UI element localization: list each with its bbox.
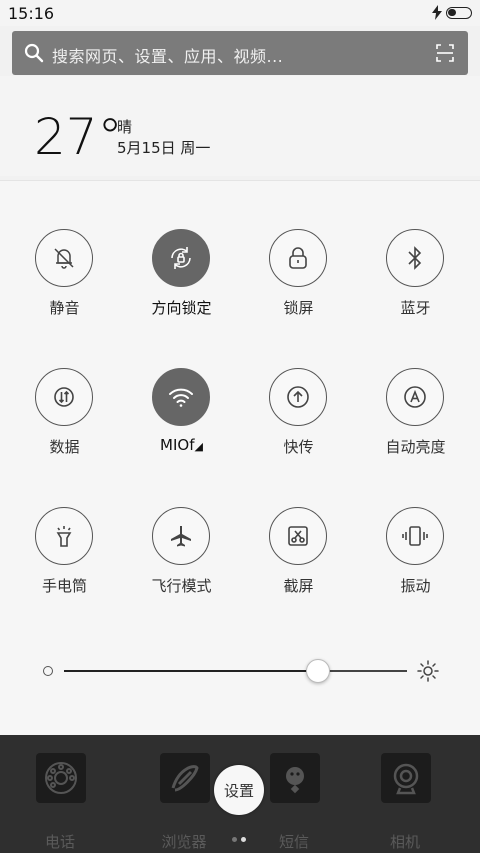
toggle-label: 振动 xyxy=(400,577,431,595)
weather-temperature: 27° xyxy=(34,108,123,166)
settings-button[interactable]: 设置 xyxy=(214,765,264,815)
wifi-network-name: MIOf xyxy=(160,436,195,454)
bluetooth-icon xyxy=(386,229,444,287)
flashlight-icon xyxy=(35,507,93,565)
brightness-low-icon xyxy=(43,666,53,676)
toggle-label: 截屏 xyxy=(283,577,314,595)
search-input[interactable]: 搜索网页、设置、应用、视频... xyxy=(52,43,283,67)
status-time: 15:16 xyxy=(8,4,55,23)
app-label: 电话 xyxy=(44,833,75,851)
toggle-label: 手电筒 xyxy=(41,577,87,595)
brightness-thumb[interactable] xyxy=(305,659,330,683)
toggle-label: 自动亮度 xyxy=(385,438,446,456)
app-phone[interactable]: 电话 xyxy=(10,745,110,851)
toggle-lock-screen[interactable]: 锁屏 xyxy=(240,229,357,349)
camera-icon xyxy=(381,753,431,803)
page-indicator xyxy=(232,827,250,846)
toggle-label: 方向锁定 xyxy=(151,299,212,317)
toggle-auto-brightness[interactable]: 自动亮度 xyxy=(357,368,474,488)
app-label: 短信 xyxy=(278,833,309,851)
toggle-label: 数据 xyxy=(49,438,80,456)
data-icon xyxy=(35,368,93,426)
toggle-airplane-mode[interactable]: 飞行模式 xyxy=(123,507,240,627)
toggle-quick-transfer[interactable]: 快传 xyxy=(240,368,357,488)
expand-arrow-icon: ◢ xyxy=(194,440,203,453)
page-dot xyxy=(232,837,237,842)
toggle-screenshot[interactable]: 截屏 xyxy=(240,507,357,627)
toggle-rotation-lock[interactable]: 方向锁定 xyxy=(123,229,240,349)
toggle-label: MIOf◢ xyxy=(123,436,240,454)
airplane-icon xyxy=(152,507,210,565)
toggle-label: 飞行模式 xyxy=(151,577,212,595)
search-bar[interactable]: 搜索网页、设置、应用、视频... xyxy=(12,31,468,75)
bell-off-icon xyxy=(35,229,93,287)
toggle-data[interactable]: 数据 xyxy=(6,368,123,488)
lock-icon xyxy=(269,229,327,287)
charging-icon xyxy=(432,5,442,24)
toggle-bluetooth[interactable]: 蓝牙 xyxy=(357,229,474,349)
weather-condition: 晴 xyxy=(117,118,133,136)
screenshot-icon xyxy=(269,507,327,565)
app-label: 相机 xyxy=(389,833,420,851)
messages-icon xyxy=(270,753,320,803)
toggle-wifi[interactable]: MIOf◢ xyxy=(123,368,240,488)
rotation-lock-icon xyxy=(152,229,210,287)
toggle-flashlight[interactable]: 手电筒 xyxy=(6,507,123,627)
toggle-label: 锁屏 xyxy=(283,299,314,317)
auto-brightness-icon xyxy=(386,368,444,426)
search-icon xyxy=(24,43,44,67)
page-dot-active xyxy=(241,837,246,842)
quick-settings-panel: 静音 方向锁定 锁屏 蓝牙 数据 MIOf◢ 快传 自动亮度 手电筒 飞行模式 … xyxy=(0,180,480,735)
battery-icon xyxy=(446,7,472,19)
toggle-vibrate[interactable]: 振动 xyxy=(357,507,474,627)
wifi-icon xyxy=(152,368,210,426)
scan-icon[interactable] xyxy=(436,44,454,66)
brightness-slider[interactable] xyxy=(64,670,407,672)
app-camera[interactable]: 相机 xyxy=(355,745,455,851)
toggle-label: 蓝牙 xyxy=(400,299,431,317)
browser-icon xyxy=(160,753,210,803)
toggle-label: 快传 xyxy=(283,438,314,456)
vibrate-icon xyxy=(386,507,444,565)
app-label: 浏览器 xyxy=(161,833,207,851)
toggle-mute[interactable]: 静音 xyxy=(6,229,123,349)
brightness-fill xyxy=(64,670,318,672)
phone-icon xyxy=(36,753,86,803)
status-bar: 15:16 xyxy=(0,0,480,26)
weather-date: 5月15日 周一 xyxy=(117,139,211,157)
sun-icon xyxy=(417,660,439,686)
toggle-label: 静音 xyxy=(49,299,80,317)
upload-icon xyxy=(269,368,327,426)
